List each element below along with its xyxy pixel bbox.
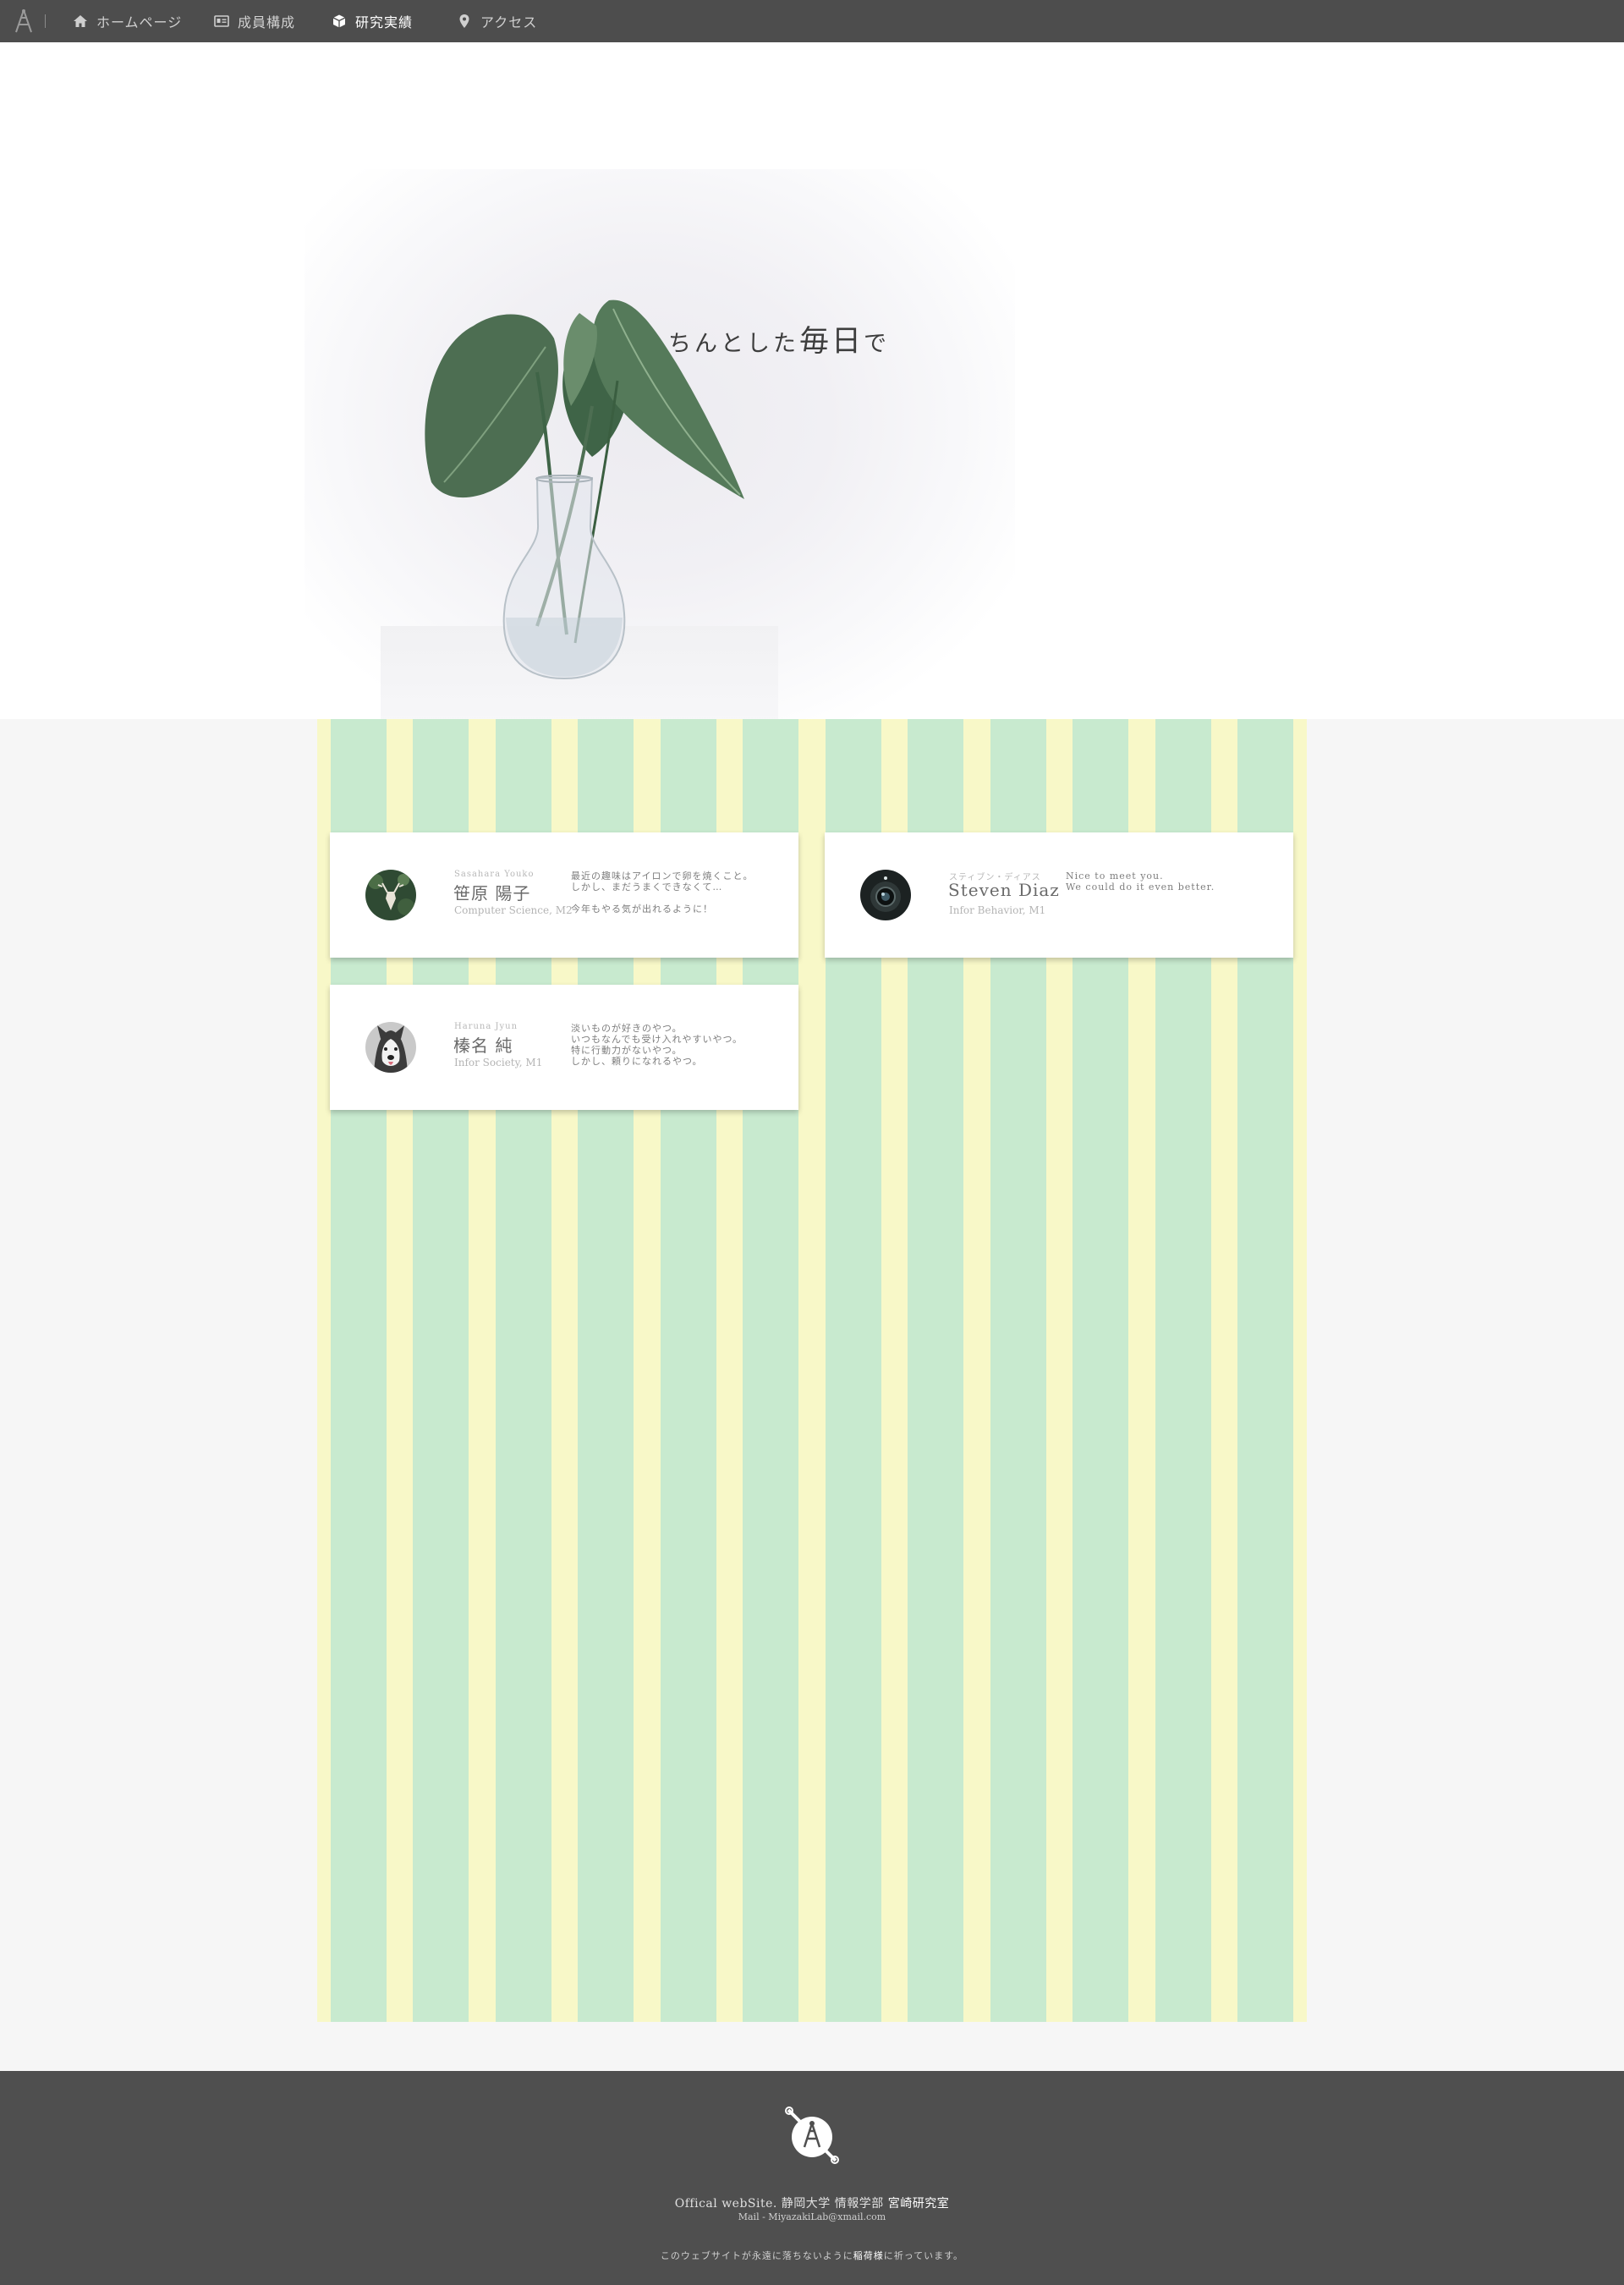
member-department: Infor Society, M1 [454,1057,543,1068]
nav-item-label: アクセス [480,14,538,30]
footer-note-end: に祈っています。 [883,2250,964,2261]
home-icon [73,14,88,29]
footer-note: このウェブサイトが永遠に落ちないように稲荷様に祈っています。 [0,2249,1624,2262]
member-roman-name: Sasahara Youko [454,870,535,879]
top-nav: ホームページ 成員構成 研究実績 アクセス [0,0,1624,42]
member-message: 最近の趣味はアイロンで卵を焼くこと。 しかし、まだうまくできなくて… 今年もやる… [571,871,754,915]
footer-note-text: このウェブサイトが永遠に落ちないように [660,2250,853,2261]
nav-item-label: ホームページ [96,14,183,30]
nav-item-access[interactable]: アクセス [457,0,537,42]
footer-note-highlight: 稲荷様 [853,2250,884,2261]
nav-divider [45,14,46,28]
member-department: Infor Behavior, M1 [949,904,1046,916]
deer-avatar-icon [365,870,416,920]
member-message: Nice to meet you. We could do it even be… [1066,871,1215,893]
members-board: Sasahara Youko 笹原 陽子 Computer Science, M… [317,719,1307,2022]
member-card[interactable]: Sasahara Youko 笹原 陽子 Computer Science, M… [330,832,798,958]
id-card-icon [214,14,229,29]
footer-site-info: Offical webSite. 静岡大学 情報学部 宮崎研究室 [0,2194,1624,2211]
hero-tagline: ちんとした毎日で [668,317,890,360]
nav-item-members[interactable]: 成員構成 [214,0,295,42]
member-roman-name: Haruna Jyun [454,1022,518,1031]
member-name: Steven Diaz [948,880,1060,900]
member-message: 淡いものが好きのやつ。 いつもなんでも受け入れやすいやつ。 特に行動力がないやつ… [571,1023,743,1067]
nav-item-home[interactable]: ホームページ [73,0,182,42]
cube-icon [332,14,347,29]
nav-item-research[interactable]: 研究実績 [332,0,413,42]
member-department: Computer Science, M2 [454,904,573,916]
member-card[interactable]: Haruna Jyun 榛名 純 Infor Society, M1 淡いものが… [330,985,798,1110]
site-footer: Offical webSite. 静岡大学 情報学部 宮崎研究室 Mail - … [0,2071,1624,2285]
member-card[interactable]: スティブン・ディアス Steven Diaz Infor Behavior, M… [825,832,1293,958]
lab-logo-icon[interactable] [782,2105,842,2166]
tagline-text: ちんとした [668,331,799,357]
footer-lab-name: 宮崎研究室 [887,2197,950,2211]
lab-logo-icon[interactable] [12,8,36,34]
nav-item-label: 成員構成 [238,14,296,30]
tagline-emphasis: 毎日 [799,325,864,359]
map-pin-icon [457,14,472,29]
husky-avatar-icon [365,1022,416,1073]
member-name: 笹原 陽子 [453,883,531,904]
tagline-end: で [864,331,891,357]
camera-lens-avatar-icon [860,870,911,920]
member-name: 榛名 純 [453,1035,513,1056]
nav-item-label: 研究実績 [355,14,414,30]
footer-mail: Mail - MiyazakiLab@xmail.com [738,2211,886,2222]
footer-site-prefix: Offical webSite. 静岡大学 情報学部 [674,2197,884,2211]
hero-banner: ちんとした毎日で [0,42,1624,719]
